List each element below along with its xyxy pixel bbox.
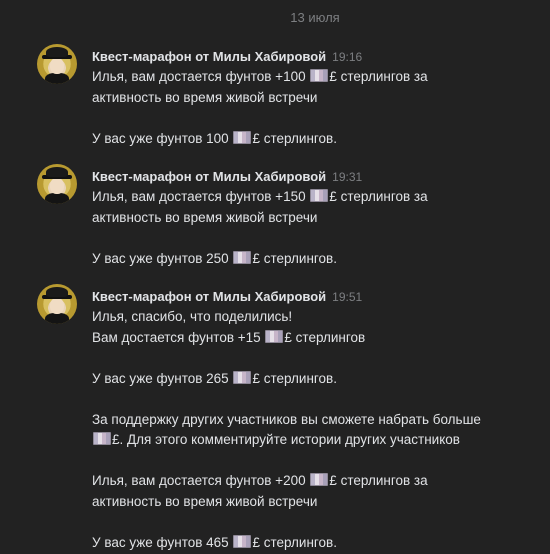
message-text: Илья, вам достается фунтов +150 £ стерли…: [92, 187, 532, 269]
line-text: £ стерлингов.: [252, 250, 337, 266]
message-line: активность во время живой встречи: [92, 88, 532, 109]
banknote-emoji-icon: [310, 69, 329, 82]
message-line: За поддержку других участников вы сможет…: [92, 410, 532, 431]
banknote-emoji-icon: [310, 189, 329, 202]
banknote-emoji-icon: [233, 370, 252, 384]
message-header: Квест-марафон от Милы Хабировой 19:31: [92, 168, 362, 186]
author-avatar[interactable]: [37, 284, 77, 324]
line-text: £ стерлингов: [284, 329, 366, 345]
message: Квест-марафон от Милы Хабировой 19:51 Иль…: [37, 284, 537, 550]
line-text: Илья, спасибо, что поделились!: [92, 309, 293, 324]
message-line: £. Для этого комментируйте истории други…: [92, 430, 532, 451]
author-avatar[interactable]: [37, 164, 77, 204]
line-text: У вас уже фунтов 465: [92, 534, 233, 550]
line-text: Илья, вам достается фунтов +200: [92, 473, 310, 488]
message-time[interactable]: 19:31: [332, 170, 362, 184]
line-text: Илья, вам достается фунтов +100: [92, 69, 310, 84]
message-header: Квест-марафон от Милы Хабировой 19:16: [92, 48, 362, 66]
author-name[interactable]: Квест-марафон от Милы Хабировой: [92, 169, 326, 184]
line-text: активность во время живой встречи: [92, 493, 318, 509]
message-line: Илья, вам достается фунтов +150 £ стерли…: [92, 187, 532, 208]
message-time[interactable]: 19:51: [332, 290, 362, 304]
date-separator: 13 июля: [290, 10, 340, 25]
message-line: активность во время живой встречи: [92, 208, 532, 229]
banknote-emoji-icon: [233, 534, 252, 548]
line-text: £ стерлингов.: [252, 370, 337, 386]
banknote-emoji-icon: [310, 473, 329, 486]
line-text: £ стерлингов за: [329, 189, 428, 204]
author-name[interactable]: Квест-марафон от Милы Хабировой: [92, 49, 326, 64]
line-text: £ стерлингов за: [329, 69, 428, 84]
banknote-emoji-icon: [265, 329, 284, 343]
line-text: У вас уже фунтов 100: [92, 130, 233, 146]
message-line: Илья, спасибо, что поделились!: [92, 307, 532, 328]
message-line: У вас уже фунтов 100 £ стерлингов.: [92, 129, 532, 150]
message-line: Илья, вам достается фунтов +200 £ стерли…: [92, 471, 532, 492]
message-line: Илья, вам достается фунтов +100 £ стерли…: [92, 67, 532, 88]
message-line: У вас уже фунтов 250 £ стерлингов.: [92, 249, 532, 270]
message: Квест-марафон от Милы Хабировой 19:16 Иль…: [37, 44, 537, 156]
line-text: £ стерлингов.: [252, 534, 337, 550]
banknote-emoji-icon: [233, 250, 252, 264]
line-text: £. Для этого комментируйте истории други…: [112, 432, 460, 447]
line-text: £ стерлингов.: [252, 130, 337, 146]
author-avatar[interactable]: [37, 44, 77, 84]
message-text: Илья, спасибо, что поделились! Вам достае…: [92, 307, 532, 553]
line-text: У вас уже фунтов 265: [92, 370, 233, 386]
message-text: Илья, вам достается фунтов +100 £ стерли…: [92, 67, 532, 149]
banknote-emoji-icon: [233, 130, 252, 144]
author-name[interactable]: Квест-марафон от Милы Хабировой: [92, 289, 326, 304]
line-text: Илья, вам достается фунтов +150: [92, 189, 310, 204]
message-time[interactable]: 19:16: [332, 50, 362, 64]
message-line: Вам достается фунтов +15 £ стерлингов: [92, 328, 532, 349]
line-text: У вас уже фунтов 250: [92, 250, 233, 266]
line-text: активность во время живой встречи: [92, 209, 318, 225]
line-text: Вам достается фунтов +15: [92, 329, 265, 345]
line-text: активность во время живой встречи: [92, 89, 318, 105]
message-line: У вас уже фунтов 465 £ стерлингов.: [92, 533, 532, 554]
banknote-emoji-icon: [93, 432, 111, 445]
message-line: активность во время живой встречи: [92, 492, 532, 513]
message-line: У вас уже фунтов 265 £ стерлингов.: [92, 369, 532, 390]
message-header: Квест-марафон от Милы Хабировой 19:51: [92, 288, 362, 306]
line-text: £ стерлингов за: [329, 473, 428, 488]
line-text: За поддержку других участников вы сможет…: [92, 411, 481, 427]
message: Квест-марафон от Милы Хабировой 19:31 Иль…: [37, 164, 537, 276]
